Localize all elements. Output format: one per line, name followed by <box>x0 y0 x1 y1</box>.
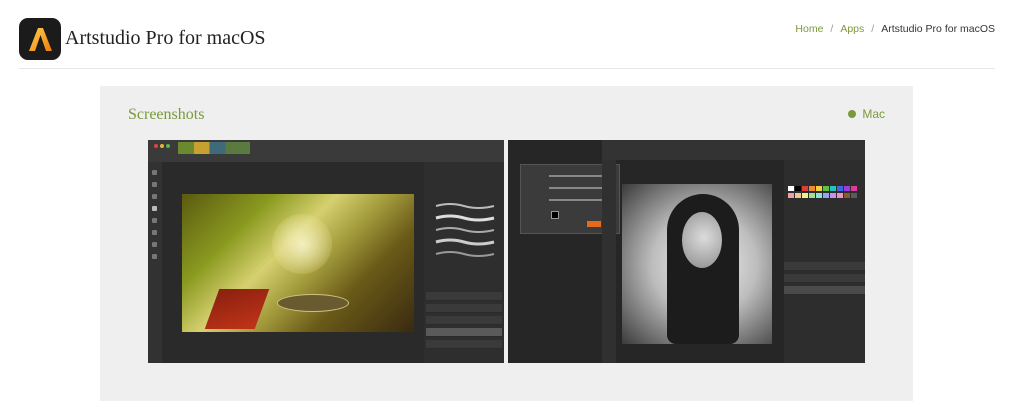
platform-filter[interactable]: Mac <box>848 107 885 121</box>
brush-list[interactable] <box>434 200 496 260</box>
platform-label: Mac <box>862 107 885 121</box>
screenshots-section: Screenshots Mac <box>100 86 913 401</box>
breadcrumb-separator: / <box>871 23 875 35</box>
hand-tool-icon[interactable] <box>152 254 157 259</box>
artstudio-logo-icon <box>19 18 61 60</box>
select-tool-icon[interactable] <box>152 194 157 199</box>
portrait-screenshot[interactable] <box>508 140 865 363</box>
platform-dot-icon <box>848 110 857 118</box>
tools-palette[interactable] <box>148 162 162 363</box>
breadcrumb-separator: / <box>830 23 834 35</box>
window-controls <box>154 144 176 148</box>
section-title: Screenshots <box>128 106 205 123</box>
breadcrumb-current: Artstudio Pro for macOS <box>881 23 995 35</box>
painting-screenshot[interactable] <box>148 140 504 363</box>
move-tool-icon[interactable] <box>152 230 157 235</box>
document-thumbnails[interactable] <box>178 142 250 154</box>
canvas-forest-painting[interactable] <box>182 194 414 332</box>
tools-palette[interactable] <box>602 160 616 363</box>
header-divider <box>19 68 995 69</box>
app-title: Artstudio Pro for macOS <box>65 27 266 49</box>
canvas-portrait[interactable] <box>622 184 772 344</box>
brush-tool-icon[interactable] <box>152 170 157 175</box>
fill-tool-icon[interactable] <box>152 218 157 223</box>
pen-tool-icon[interactable] <box>152 206 157 211</box>
zoom-tool-icon[interactable] <box>152 242 157 247</box>
layers-list[interactable] <box>426 280 502 356</box>
swatches-layers-panel[interactable] <box>784 160 865 363</box>
breadcrumb-apps[interactable]: Apps <box>840 23 864 35</box>
breadcrumb-home[interactable]: Home <box>795 23 823 35</box>
app-toolbar <box>602 140 865 160</box>
breadcrumb: Home / Apps / Artstudio Pro for macOS <box>795 23 995 35</box>
eraser-tool-icon[interactable] <box>152 182 157 187</box>
